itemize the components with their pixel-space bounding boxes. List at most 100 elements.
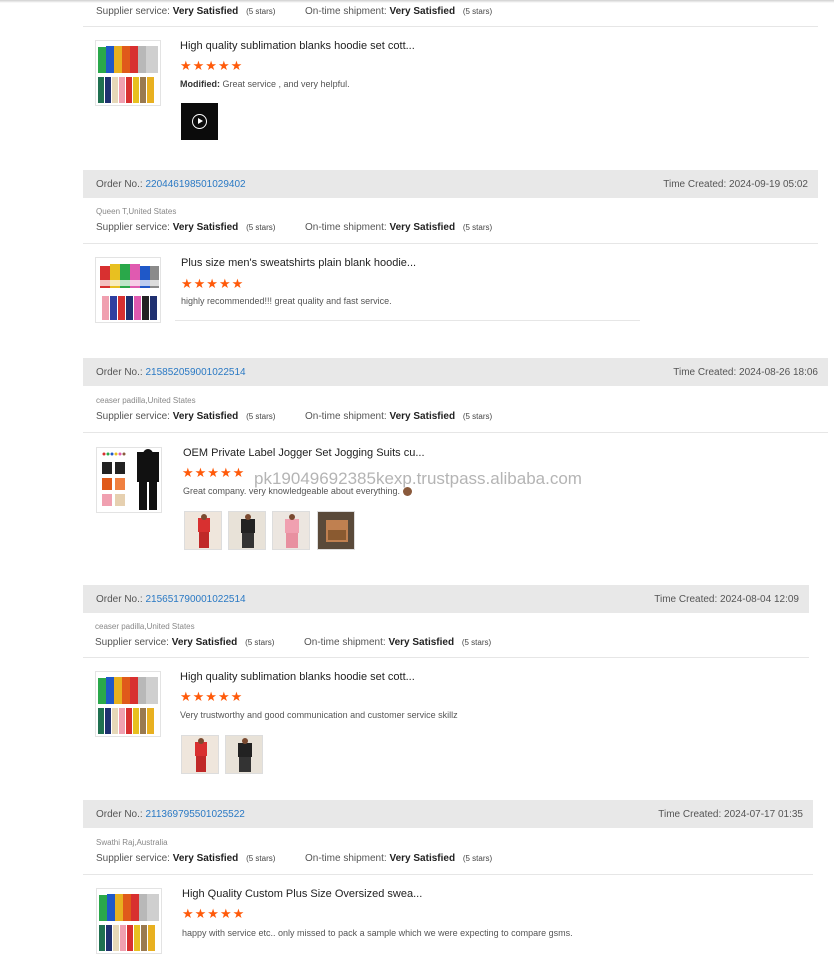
- order-no-label: Order No.:: [96, 808, 143, 820]
- product-title[interactable]: Plus size men's sweatshirts plain blank …: [181, 257, 416, 269]
- hoodie-set-image: [98, 677, 158, 734]
- shipment-stars: (5 stars): [462, 854, 493, 863]
- shipment-stars: (5 stars): [462, 412, 493, 421]
- review-photo[interactable]: [272, 511, 310, 550]
- supplier-value: Very Satisfied: [172, 411, 239, 422]
- shipment-value: Very Satisfied: [389, 6, 456, 17]
- product-title[interactable]: OEM Private Label Jogger Set Jogging Sui…: [183, 447, 425, 459]
- divider: [83, 432, 828, 433]
- supplier-label: Supplier service:: [96, 6, 170, 17]
- order-header: Order No.: 211369795501025522 Time Creat…: [83, 800, 813, 828]
- product-thumbnail[interactable]: [96, 888, 162, 954]
- rating-stars: ★★★★★: [180, 689, 244, 704]
- review-photo[interactable]: [225, 735, 263, 774]
- review-photo[interactable]: [181, 735, 219, 774]
- rating-stars: ★★★★★: [182, 906, 246, 921]
- shipment-stars: (5 stars): [462, 7, 493, 16]
- oversized-sweatshirt-image: [99, 894, 159, 951]
- divider: [83, 26, 818, 27]
- order-header: Order No.: 215852059001022514 Time Creat…: [83, 358, 828, 386]
- review-text: Modified: Great service , and very helpf…: [180, 79, 350, 89]
- supplier-stars: (5 stars): [245, 638, 275, 647]
- jogger-set-image: [102, 449, 159, 510]
- supplier-label: Supplier service:: [96, 222, 170, 233]
- order-no-label: Order No.:: [96, 593, 143, 605]
- shipment-label: On-time shipment:: [304, 222, 387, 233]
- sweatshirt-image: [98, 264, 160, 320]
- supplier-label: Supplier service:: [95, 637, 169, 648]
- rating-stars: ★★★★★: [180, 58, 244, 73]
- photo-image: [226, 736, 262, 773]
- supplier-value: Very Satisfied: [171, 637, 238, 648]
- order-number-link[interactable]: 215651790001022514: [145, 594, 245, 605]
- supplier-value: Very Satisfied: [172, 222, 239, 233]
- product-title[interactable]: High quality sublimation blanks hoodie s…: [180, 671, 415, 683]
- shipment-value: Very Satisfied: [389, 853, 456, 864]
- top-meta: Supplier service: Very Satisfied (5 star…: [96, 6, 492, 17]
- shipment-stars: (5 stars): [461, 638, 492, 647]
- order-meta: Supplier service: Very Satisfied (5 star…: [95, 637, 491, 648]
- review-video[interactable]: [181, 103, 218, 140]
- order-meta: Supplier service: Very Satisfied (5 star…: [96, 222, 492, 233]
- time-created-label: Time Created:: [663, 178, 727, 190]
- rating-stars: ★★★★★: [181, 276, 245, 291]
- photo-image: [229, 512, 265, 549]
- store-watermark: pk19049692385kexp.trustpass.alibaba.com: [254, 469, 582, 488]
- time-created-label: Time Created:: [654, 593, 718, 605]
- shipment-label: On-time shipment:: [304, 853, 387, 864]
- buyer-info: ceaser padilla,United States: [96, 396, 196, 405]
- buyer-info: ceaser padilla,United States: [95, 622, 195, 631]
- product-thumbnail[interactable]: [95, 40, 161, 106]
- play-icon: [192, 114, 207, 129]
- order-number-link[interactable]: 211369795501025522: [145, 809, 244, 820]
- order-no-label: Order No.:: [96, 178, 143, 190]
- supplier-stars: (5 stars): [246, 854, 276, 863]
- product-thumbnail[interactable]: [95, 671, 161, 737]
- time-created-label: Time Created:: [658, 808, 722, 820]
- order-number-link[interactable]: 215852059001022514: [145, 367, 245, 378]
- shipment-value: Very Satisfied: [388, 637, 455, 648]
- review-text: highly recommended!!! great quality and …: [181, 296, 392, 306]
- time-created-value: 2024-09-19 05:02: [729, 178, 808, 190]
- shipment-label: On-time shipment:: [303, 637, 386, 648]
- supplier-stars: (5 stars): [246, 412, 276, 421]
- time-created-value: 2024-07-17 01:35: [724, 808, 803, 820]
- supplier-stars: (5 stars): [246, 223, 276, 232]
- time-created-value: 2024-08-26 18:06: [739, 366, 818, 378]
- buyer-info: Swathi Raj,Australia: [96, 838, 168, 847]
- time-created-label: Time Created:: [673, 366, 737, 378]
- review-body: Great service , and very helpful.: [222, 79, 350, 89]
- shipment-label: On-time shipment:: [304, 6, 387, 17]
- supplier-stars: (5 stars): [246, 7, 276, 16]
- product-title[interactable]: High Quality Custom Plus Size Oversized …: [182, 888, 422, 900]
- hoodie-set-image: [98, 46, 158, 103]
- product-title[interactable]: High quality sublimation blanks hoodie s…: [180, 40, 415, 52]
- time-created-value: 2024-08-04 12:09: [720, 593, 799, 605]
- divider: [83, 243, 818, 244]
- review-text: happy with service etc.. only missed to …: [182, 928, 573, 938]
- product-thumbnail[interactable]: [95, 257, 161, 323]
- photo-image: [318, 512, 354, 549]
- buyer-info: Queen T,United States: [96, 207, 177, 216]
- divider: [175, 320, 640, 321]
- supplier-value: Very Satisfied: [172, 853, 239, 864]
- shipment-value: Very Satisfied: [389, 222, 456, 233]
- order-header: Order No.: 220446198501029402 Time Creat…: [83, 170, 818, 198]
- order-no-label: Order No.:: [96, 366, 143, 378]
- review-photo[interactable]: [317, 511, 355, 550]
- shipment-stars: (5 stars): [462, 223, 493, 232]
- review-photo[interactable]: [184, 511, 222, 550]
- shipment-value: Very Satisfied: [389, 411, 456, 422]
- divider: [83, 874, 813, 875]
- supplier-label: Supplier service:: [96, 411, 170, 422]
- review-photo[interactable]: [228, 511, 266, 550]
- rating-stars: ★★★★★: [182, 465, 246, 480]
- photo-image: [273, 512, 309, 549]
- review-text: Very trustworthy and good communication …: [180, 710, 458, 720]
- supplier-value: Very Satisfied: [172, 6, 239, 17]
- order-header: Order No.: 215651790001022514 Time Creat…: [83, 585, 809, 613]
- order-number-link[interactable]: 220446198501029402: [145, 179, 245, 190]
- divider: [83, 657, 809, 658]
- product-thumbnail[interactable]: [96, 447, 162, 513]
- order-meta: Supplier service: Very Satisfied (5 star…: [96, 853, 492, 864]
